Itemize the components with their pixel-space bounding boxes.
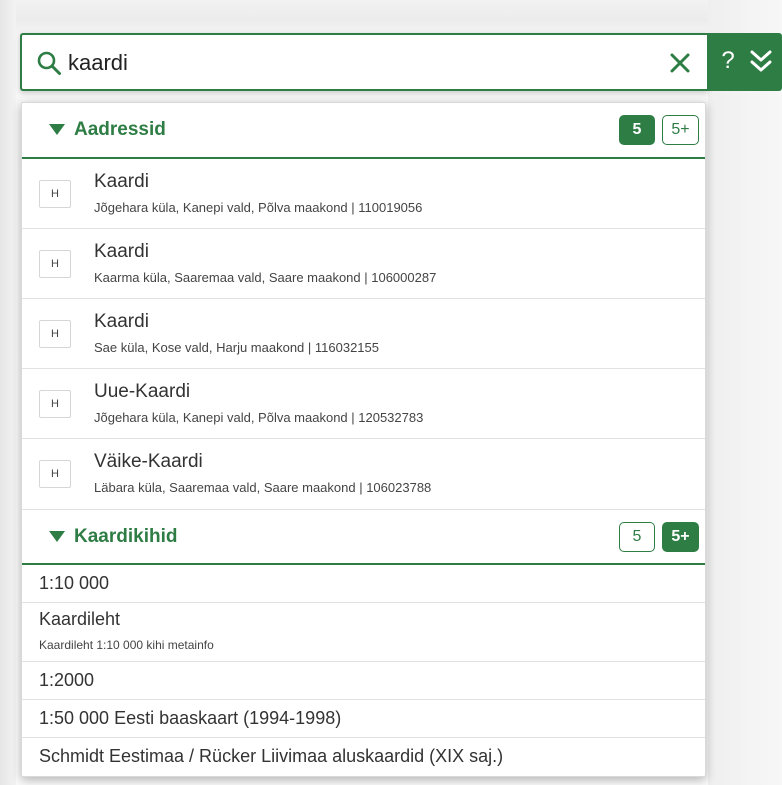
- backdrop-right-area: [708, 0, 782, 785]
- list-item[interactable]: H Kaardi Jõgehara küla, Kanepi vald, Põl…: [22, 159, 705, 229]
- list-item[interactable]: Schmidt Eestimaa / Rücker Liivimaa alusk…: [22, 738, 705, 776]
- list-item[interactable]: 1:2000: [22, 662, 705, 700]
- double-chevron-down-icon[interactable]: [747, 46, 775, 78]
- result-count-badge[interactable]: 5: [619, 115, 655, 145]
- section-header-layers[interactable]: Kaardikihid 5 5+: [22, 509, 705, 565]
- address-type-icon: H: [39, 180, 71, 208]
- address-detail: Sae küla, Kose vald, Harju maakond | 116…: [94, 340, 379, 355]
- layer-description: Kaardileht 1:10 000 kihi metainfo: [39, 638, 214, 652]
- search-field-container: [20, 33, 708, 91]
- address-detail: Jõgehara küla, Kanepi vald, Põlva maakon…: [94, 200, 423, 215]
- list-item[interactable]: Kaardileht Kaardileht 1:10 000 kihi meta…: [22, 603, 705, 662]
- list-item[interactable]: 1:10 000: [22, 565, 705, 603]
- list-item[interactable]: 1:50 000 Eesti baaskaart (1994-1998): [22, 700, 705, 738]
- search-bar: ?: [20, 33, 782, 91]
- more-results-badge[interactable]: 5+: [662, 522, 699, 552]
- close-icon[interactable]: [665, 48, 695, 78]
- address-detail: Läbara küla, Saaremaa vald, Saare maakon…: [94, 480, 432, 495]
- layer-name: 1:50 000 Eesti baaskaart (1994-1998): [39, 708, 342, 728]
- help-button[interactable]: ?: [715, 41, 741, 81]
- more-results-badge[interactable]: 5+: [662, 115, 699, 145]
- list-item[interactable]: H Väike-Kaardi Läbara küla, Saaremaa val…: [22, 439, 705, 509]
- search-input[interactable]: [68, 47, 648, 79]
- search-results-panel: Aadressid 5 5+ H Kaardi Jõgehara küla, K…: [21, 102, 706, 777]
- address-type-icon: H: [39, 320, 71, 348]
- section-title: Aadressid: [74, 119, 166, 140]
- address-name: Uue-Kaardi: [94, 381, 191, 402]
- layer-name: Schmidt Eestimaa / Rücker Liivimaa alusk…: [39, 746, 504, 766]
- layer-name: 1:10 000: [39, 573, 110, 593]
- address-name: Väike-Kaardi: [94, 451, 203, 472]
- list-item[interactable]: H Kaardi Kaarma küla, Saaremaa vald, Saa…: [22, 229, 705, 299]
- result-count-badge[interactable]: 5: [619, 522, 655, 552]
- layer-name: Kaardileht: [39, 609, 121, 629]
- section-title: Kaardikihid: [74, 526, 178, 547]
- list-item[interactable]: H Uue-Kaardi Jõgehara küla, Kanepi vald,…: [22, 369, 705, 439]
- address-type-icon: H: [39, 250, 71, 278]
- triangle-down-icon[interactable]: [49, 531, 65, 542]
- search-icon: [37, 51, 61, 75]
- search-actions-panel: ?: [707, 33, 782, 91]
- address-name: Kaardi: [94, 171, 149, 192]
- section-header-addresses[interactable]: Aadressid 5 5+: [22, 103, 705, 159]
- backdrop-left-edge: [0, 0, 16, 785]
- address-type-icon: H: [39, 390, 71, 418]
- address-type-icon: H: [39, 460, 71, 488]
- address-name: Kaardi: [94, 311, 149, 332]
- triangle-down-icon[interactable]: [49, 124, 65, 135]
- address-detail: Kaarma küla, Saaremaa vald, Saare maakon…: [94, 270, 437, 285]
- list-item[interactable]: H Kaardi Sae küla, Kose vald, Harju maak…: [22, 299, 705, 369]
- address-detail: Jõgehara küla, Kanepi vald, Põlva maakon…: [94, 410, 424, 425]
- layer-name: 1:2000: [39, 670, 95, 690]
- address-name: Kaardi: [94, 241, 149, 262]
